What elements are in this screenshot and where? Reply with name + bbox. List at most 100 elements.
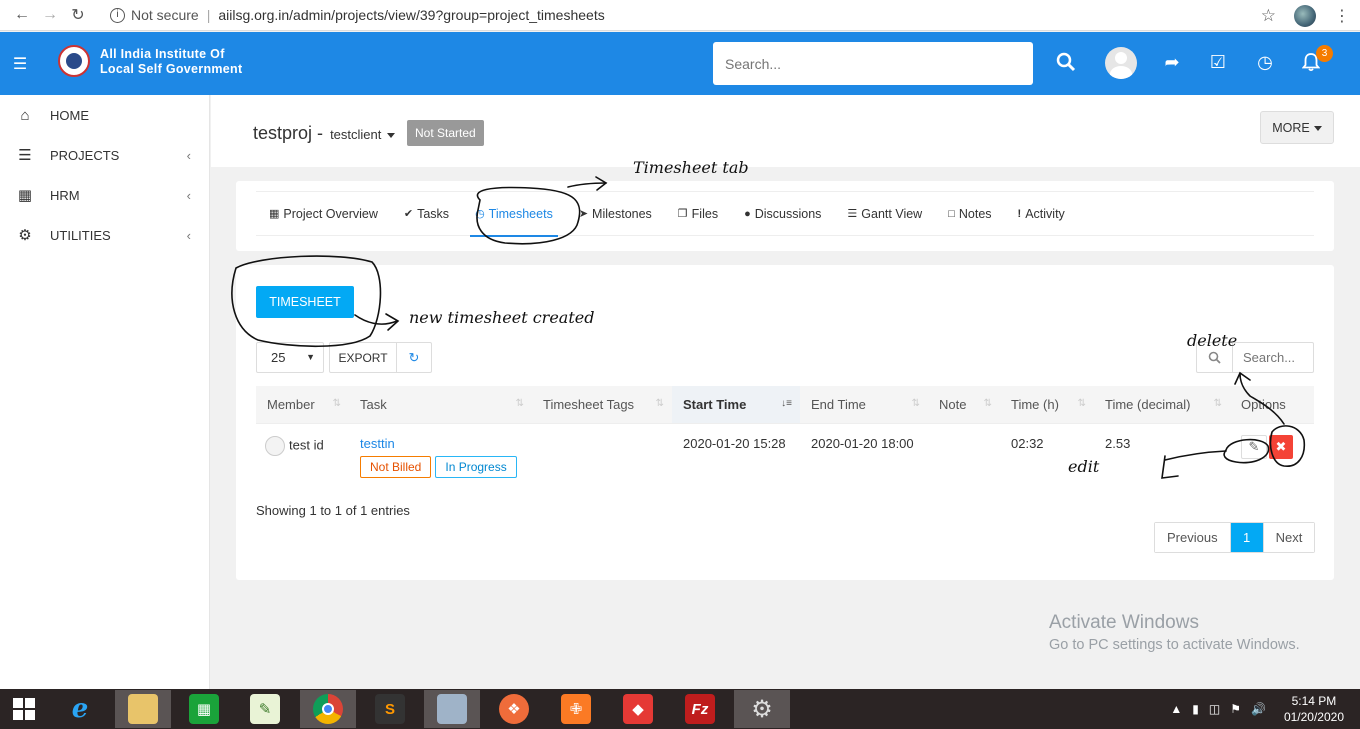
- cogs-icon: ⚙: [18, 227, 32, 244]
- bookmark-star-icon[interactable]: ☆: [1261, 6, 1276, 26]
- tab-notes[interactable]: □ Notes: [935, 191, 1004, 236]
- time-hours-cell: 02:32: [1011, 435, 1044, 451]
- windows-start-button[interactable]: [0, 689, 48, 729]
- taskbar-settings-icon[interactable]: ⚙: [734, 690, 790, 728]
- sidebar-item-projects[interactable]: ☰ PROJECTS ‹: [0, 135, 209, 175]
- task-status-tag: In Progress: [435, 455, 517, 478]
- previous-page-button[interactable]: Previous: [1155, 523, 1231, 552]
- sidebar-item-utilities[interactable]: ⚙ UTILITIES ‹: [0, 215, 209, 255]
- profile-icon[interactable]: [1294, 4, 1316, 27]
- column-header[interactable]: Start Time ↓≡: [672, 386, 800, 424]
- global-search-input[interactable]: [713, 42, 1033, 85]
- annotation-edit: edit: [1068, 457, 1100, 476]
- page-length-select[interactable]: 25 ▼: [256, 342, 324, 373]
- address-bar[interactable]: i Not secure | aiilsg.org.in/admin/proje…: [110, 7, 605, 23]
- info-icon[interactable]: i: [110, 7, 125, 23]
- calculator-icon: ▦: [17, 187, 33, 204]
- table-search-input[interactable]: [1233, 343, 1313, 372]
- clock-icon[interactable]: ◷: [1253, 50, 1277, 74]
- tab-discussions[interactable]: ● Discussions: [731, 191, 834, 236]
- taskbar-sublime-icon[interactable]: S: [362, 690, 418, 728]
- next-page-button[interactable]: Next: [1262, 523, 1315, 552]
- activation-watermark: Activate Windows Go to PC settings to ac…: [1049, 612, 1300, 653]
- share-icon[interactable]: ➦: [1160, 50, 1184, 74]
- status-badge: Not Started: [407, 120, 484, 146]
- taskbar-xampp-icon[interactable]: ✙: [548, 690, 604, 728]
- menu-dots-icon[interactable]: ⋮: [1334, 6, 1350, 26]
- tab-files[interactable]: ❐ Files: [665, 191, 731, 236]
- files-icon: ❐: [677, 208, 688, 220]
- clock-icon: ◷: [475, 208, 485, 220]
- more-button[interactable]: MORE: [1260, 111, 1334, 144]
- user-avatar[interactable]: [1105, 47, 1137, 79]
- reload-icon[interactable]: ↻: [64, 1, 92, 29]
- exclamation-icon: !: [1017, 207, 1022, 220]
- delete-icon[interactable]: ✖: [1269, 434, 1293, 459]
- search-icon[interactable]: [1054, 50, 1078, 74]
- grid-icon: ▦: [269, 208, 280, 220]
- page-1-button[interactable]: 1: [1230, 523, 1263, 552]
- signal-icon[interactable]: ▮: [1192, 702, 1199, 716]
- org-name[interactable]: All India Institute Of Local Self Govern…: [100, 47, 242, 77]
- menu-toggle-icon[interactable]: ☰: [0, 54, 40, 74]
- taskbar-store-icon[interactable]: ▦: [176, 690, 232, 728]
- sidebar-item-home[interactable]: ⌂ HOME: [0, 95, 209, 135]
- member-cell: test id: [256, 423, 349, 487]
- sidebar: ⌂ HOME ☰ PROJECTS ‹ ▦ HRM ‹ ⚙ UTILITIES …: [0, 95, 210, 689]
- flag-icon[interactable]: ⚑: [1230, 702, 1241, 716]
- back-icon[interactable]: ←: [8, 1, 36, 29]
- system-clock[interactable]: 5:14 PM 01/20/2020: [1284, 693, 1344, 725]
- column-header[interactable]: Time (decimal) ⇅: [1094, 386, 1230, 424]
- tab-tasks[interactable]: ✔ Tasks: [391, 191, 462, 236]
- sort-desc-icon: ↓≡: [781, 398, 792, 409]
- column-header[interactable]: End Time ⇅: [800, 386, 928, 424]
- system-tray: ▲ ▮ ◫ ⚑ 🔊 5:14 PM 01/20/2020: [1170, 689, 1344, 729]
- tab-milestones[interactable]: ➤ Milestones: [566, 191, 665, 236]
- taskbar-chrome-icon[interactable]: [300, 690, 356, 728]
- tab-timesheets[interactable]: ◷ Timesheets: [462, 191, 566, 237]
- task-link[interactable]: testtin: [360, 436, 532, 451]
- table-row: test id testtin Not Billed In Progress 20…: [256, 423, 1314, 487]
- network-icon[interactable]: ◫: [1209, 702, 1220, 716]
- rocket-icon: ➤: [578, 208, 589, 220]
- sidebar-item-label: HOME: [50, 107, 89, 123]
- caret-down-icon: ▼: [306, 352, 315, 362]
- column-header[interactable]: Time (h) ⇅: [1000, 386, 1094, 424]
- comment-icon: ●: [744, 207, 751, 220]
- checkbox-icon[interactable]: ☑: [1206, 50, 1230, 74]
- export-button[interactable]: EXPORT: [329, 342, 397, 373]
- taskbar-anydesk-icon[interactable]: ◆: [610, 690, 666, 728]
- sidebar-item-label: PROJECTS: [50, 147, 120, 163]
- taskbar-monitor-icon[interactable]: [424, 690, 480, 728]
- tab-project-overview[interactable]: ▦ Project Overview: [256, 191, 391, 236]
- sidebar-item-hrm[interactable]: ▦ HRM ‹: [0, 175, 209, 215]
- column-header[interactable]: Note ⇅: [928, 386, 1000, 424]
- add-timesheet-button[interactable]: TIMESHEET: [256, 286, 354, 318]
- sort-icon: ⇅: [983, 398, 992, 409]
- refresh-icon[interactable]: ↻: [396, 342, 432, 373]
- taskbar-ie-icon[interactable]: e: [52, 690, 108, 728]
- taskbar-explorer-icon[interactable]: [115, 690, 171, 728]
- align-left-icon: ☰: [847, 208, 858, 220]
- tray-expand-icon[interactable]: ▲: [1170, 702, 1182, 716]
- taskbar-postman-icon[interactable]: ❖: [486, 690, 542, 728]
- url-text[interactable]: aiilsg.org.in/admin/projects/view/39?gro…: [218, 7, 604, 23]
- tab-activity[interactable]: ! Activity: [1005, 191, 1078, 236]
- caret-down-icon: [387, 133, 396, 139]
- table-header-row: Member ⇅ Task ⇅ Timesheet Tags ⇅ Start Time…: [256, 386, 1314, 424]
- sort-icon: ⇅: [332, 398, 341, 409]
- tab-gantt-view[interactable]: ☰ Gantt View: [834, 191, 935, 236]
- edit-icon[interactable]: ✎: [1241, 434, 1267, 459]
- client-dropdown[interactable]: testclient: [330, 127, 396, 142]
- volume-icon[interactable]: 🔊: [1251, 702, 1266, 716]
- taskbar-notepadpp-icon[interactable]: ✎: [237, 690, 293, 728]
- column-header[interactable]: Timesheet Tags ⇅: [532, 386, 672, 424]
- forward-icon[interactable]: →: [36, 1, 64, 29]
- project-tabs-card: ▦ Project Overview ✔ Tasks ◷ Timesheets ➤ Mi…: [236, 181, 1334, 251]
- taskbar-filezilla-icon[interactable]: Fz: [672, 690, 728, 728]
- chevron-left-icon: ‹: [186, 147, 191, 163]
- notification-badge: 3: [1316, 45, 1333, 62]
- home-icon: ⌂: [20, 106, 30, 124]
- column-header[interactable]: Task ⇅: [349, 386, 532, 424]
- column-header[interactable]: Member ⇅: [256, 386, 349, 424]
